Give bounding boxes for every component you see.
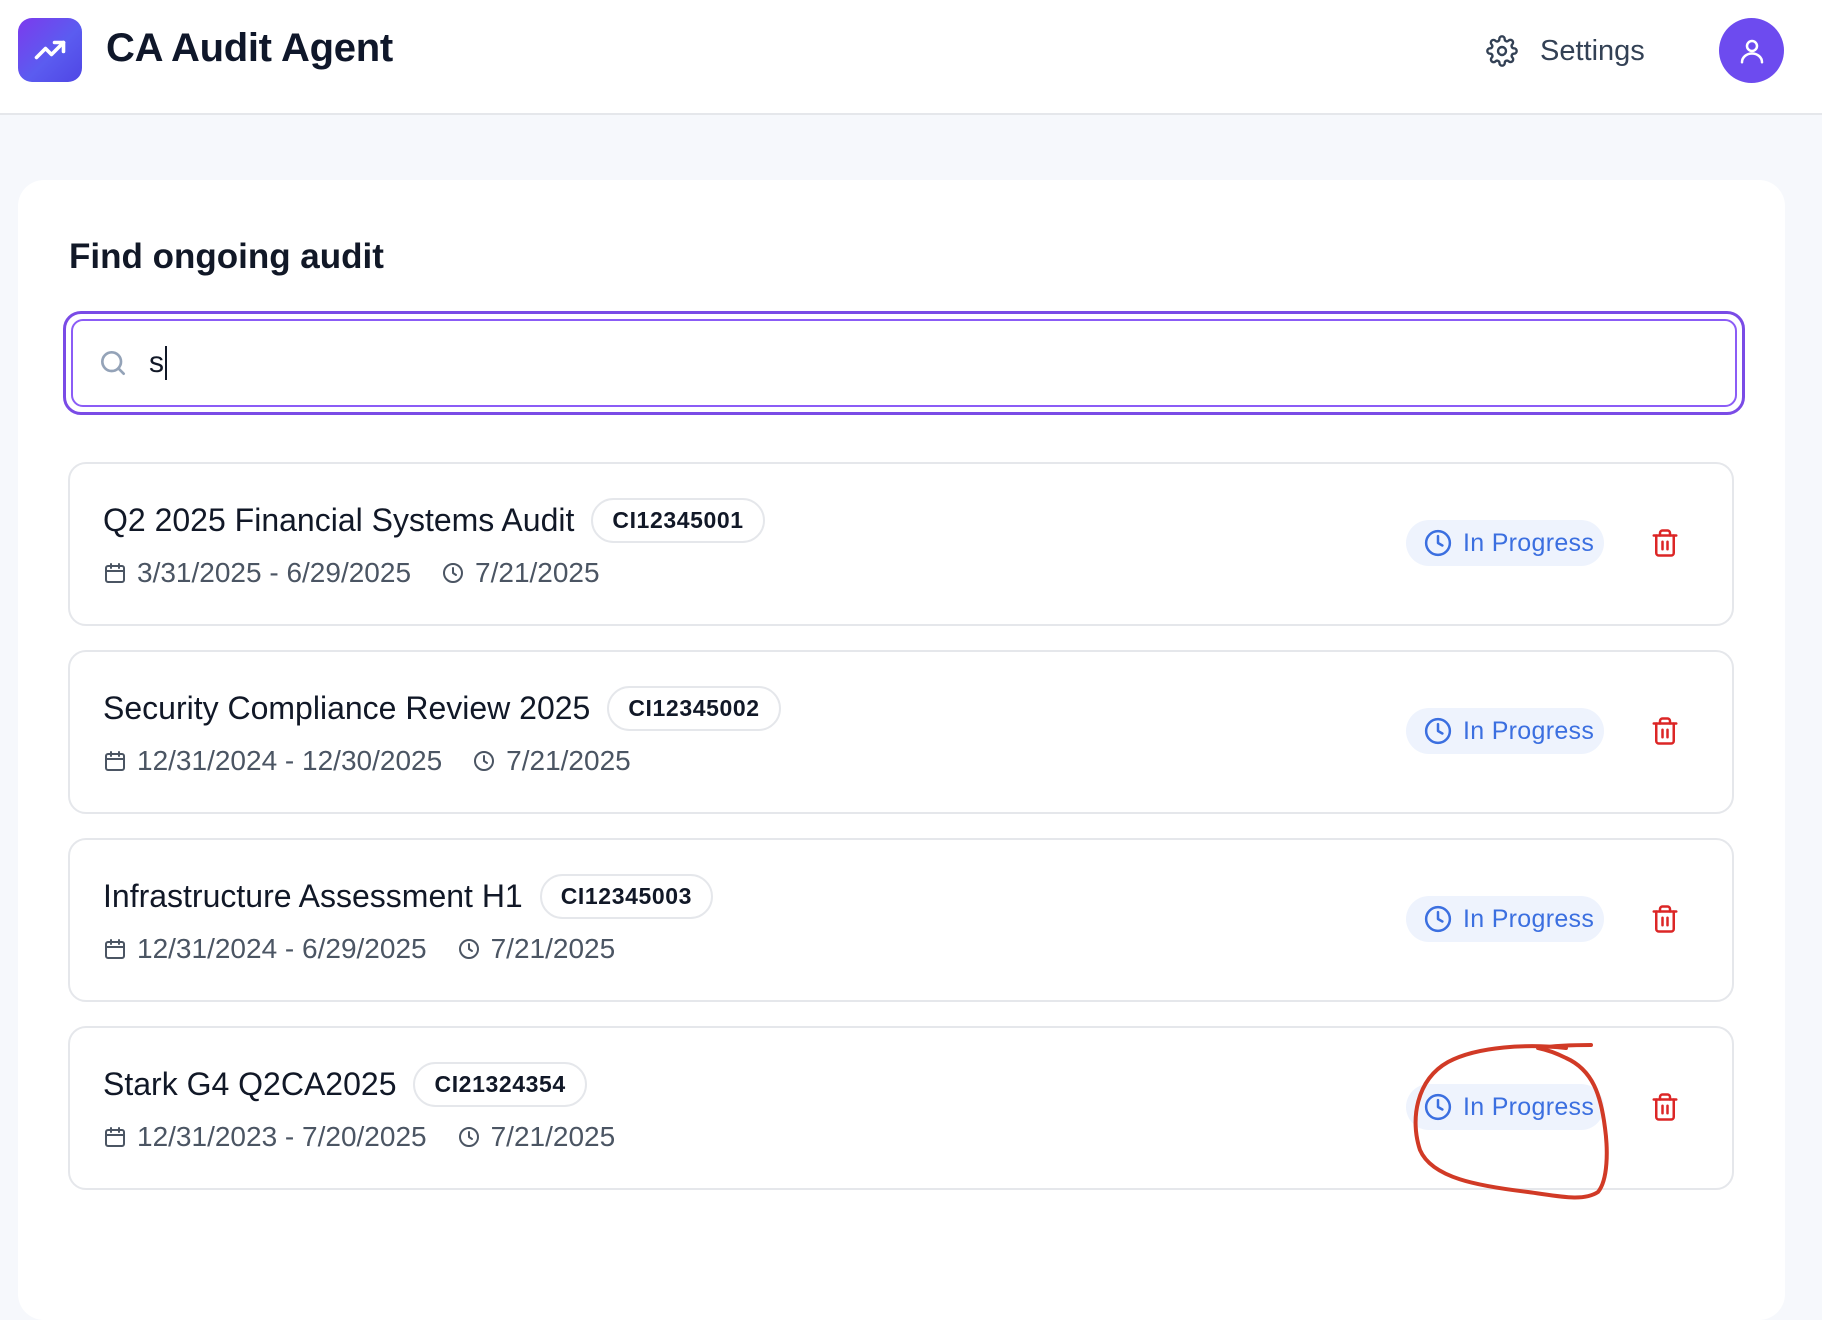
avatar[interactable] (1719, 18, 1784, 83)
audit-updated-date: 7/21/2025 (506, 745, 631, 776)
delete-button[interactable] (1648, 526, 1682, 560)
search-input[interactable]: s (149, 346, 167, 380)
calendar-icon (105, 1127, 125, 1147)
audit-period: 12/31/2024 - 12/30/2025 (137, 745, 443, 776)
audit-period: 12/31/2023 - 7/20/2025 (137, 1121, 427, 1152)
panel-title: Find ongoing audit (69, 237, 384, 276)
status-badge: In Progress (1406, 708, 1604, 754)
clock-icon (1424, 529, 1452, 557)
app-logo[interactable] (18, 18, 82, 82)
audit-code-badge: CI12345003 (539, 874, 714, 919)
search-field[interactable]: s (63, 311, 1745, 415)
search-input-value: s (149, 346, 164, 379)
delete-button[interactable] (1648, 714, 1682, 748)
status-label: In Progress (1463, 1092, 1595, 1121)
settings-label: Settings (1540, 34, 1645, 67)
app-header: CA Audit Agent Settings (0, 0, 1822, 115)
audit-period: 12/31/2024 - 6/29/2025 (137, 933, 427, 964)
clock-icon (1424, 1093, 1452, 1121)
audit-card[interactable]: Stark G4 Q2CA2025 CI21324354 12/31/2023 … (68, 1026, 1734, 1190)
audit-card[interactable]: Q2 2025 Financial Systems Audit CI123450… (68, 462, 1734, 626)
status-badge: In Progress (1406, 1084, 1604, 1130)
audit-updated-date: 7/21/2025 (490, 933, 616, 964)
settings-button[interactable]: Settings (1486, 28, 1645, 74)
audit-title: Security Compliance Review 2025 (103, 690, 591, 726)
audit-card[interactable]: Infrastructure Assessment H1 CI12345003 … (68, 838, 1734, 1002)
audit-list: Q2 2025 Financial Systems Audit CI123450… (68, 462, 1734, 1214)
trash-icon (1652, 1093, 1678, 1121)
text-caret (165, 346, 167, 380)
clock-icon (1424, 717, 1452, 745)
audit-card[interactable]: Security Compliance Review 2025 CI123450… (68, 650, 1734, 814)
gear-icon (1486, 35, 1518, 67)
clock-icon (474, 751, 495, 771)
calendar-icon (105, 751, 125, 771)
trending-up-icon (34, 40, 66, 60)
app-title: CA Audit Agent (106, 26, 393, 70)
audit-title: Q2 2025 Financial Systems Audit (103, 502, 575, 538)
audit-updated-date: 7/21/2025 (475, 557, 600, 588)
trash-icon (1652, 529, 1678, 557)
status-badge: In Progress (1406, 896, 1604, 942)
audit-updated-date: 7/21/2025 (490, 1121, 616, 1152)
clock-icon (1424, 905, 1452, 933)
calendar-icon (105, 939, 125, 959)
delete-button[interactable] (1648, 902, 1682, 936)
audit-code-badge: CI21324354 (413, 1062, 587, 1107)
user-icon (1740, 39, 1763, 63)
audit-search-panel: Find ongoing audit s Q2 2025 Financial S… (18, 180, 1785, 1320)
audit-code-badge: CI12345001 (591, 498, 765, 543)
clock-icon (443, 563, 464, 583)
status-label: In Progress (1463, 716, 1595, 745)
audit-title: Infrastructure Assessment H1 (103, 878, 523, 914)
clock-icon (458, 939, 479, 959)
audit-title: Stark G4 Q2CA2025 (103, 1066, 397, 1102)
audit-code-badge: CI12345002 (607, 686, 781, 731)
status-badge: In Progress (1406, 520, 1604, 566)
search-box[interactable]: s (71, 319, 1737, 407)
trash-icon (1652, 717, 1678, 745)
audit-period: 3/31/2025 - 6/29/2025 (137, 557, 412, 588)
clock-icon (458, 1127, 479, 1147)
calendar-icon (105, 563, 125, 583)
status-label: In Progress (1463, 528, 1595, 557)
status-label: In Progress (1463, 904, 1595, 933)
search-icon (101, 351, 125, 375)
trash-icon (1652, 905, 1678, 933)
delete-button[interactable] (1648, 1090, 1682, 1124)
